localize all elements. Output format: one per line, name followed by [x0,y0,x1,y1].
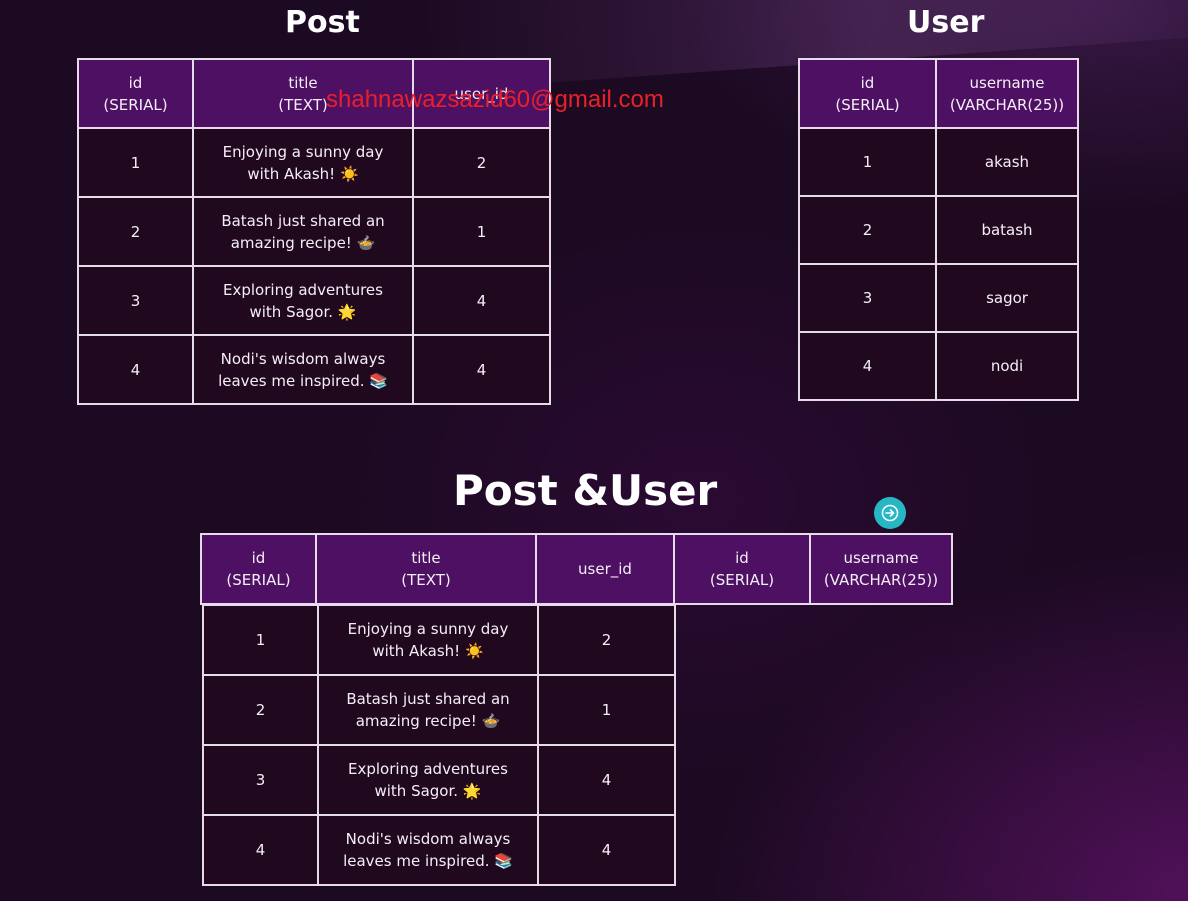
post-cell-title: Exploring adventures with Sagor. 🌟 [192,265,414,336]
join-cell-id: 4 [202,814,319,886]
join-cell-title: Enjoying a sunny day with Akash! ☀️ [317,604,539,676]
user-cell-id: 4 [798,331,937,401]
join-header-id: id (SERIAL) [200,533,317,605]
user-header-id: id (SERIAL) [798,58,937,129]
user-cell-username: akash [935,127,1079,197]
next-button[interactable] [874,497,906,529]
join-header-user-table-id: id (SERIAL) [673,533,811,605]
user-cell-id: 2 [798,195,937,265]
table-row: 3 sagor [798,263,1079,333]
user-cell-username: nodi [935,331,1079,401]
post-cell-title: Batash just shared an amazing recipe! 🍲 [192,196,414,267]
post-table-title: Post [285,5,360,40]
email-watermark: shahnawazsazid60@gmail.com [326,86,664,113]
post-cell-id: 3 [77,265,194,336]
join-header-user-id: user_id [535,533,675,605]
user-cell-id: 1 [798,127,937,197]
post-cell-user-id: 4 [412,265,551,336]
join-cell-id: 1 [202,604,319,676]
post-cell-id: 4 [77,334,194,405]
table-row: 1 akash [798,127,1079,197]
join-header-title: title (TEXT) [315,533,537,605]
table-row: 2 Batash just shared an amazing recipe! 🍲… [77,196,551,267]
table-row: 4 nodi [798,331,1079,401]
table-row: 3 Exploring adventures with Sagor. 🌟 4 [77,265,551,336]
post-cell-user-id: 4 [412,334,551,405]
user-header-row: id (SERIAL) username (VARCHAR(25)) [798,58,1079,129]
post-cell-id: 2 [77,196,194,267]
join-table-body: 1 Enjoying a sunny day with Akash! ☀️ 2 2… [202,604,676,886]
post-cell-title: Nodi's wisdom always leaves me inspired. … [192,334,414,405]
user-cell-username: batash [935,195,1079,265]
join-cell-user-id: 4 [537,814,676,886]
table-row: 1 Enjoying a sunny day with Akash! ☀️ 2 [202,604,676,676]
join-cell-user-id: 4 [537,744,676,816]
user-cell-id: 3 [798,263,937,333]
post-header-id: id (SERIAL) [77,58,194,129]
arrow-right-circle-icon [881,504,899,522]
table-row: 3 Exploring adventures with Sagor. 🌟 4 [202,744,676,816]
user-cell-username: sagor [935,263,1079,333]
table-row: 1 Enjoying a sunny day with Akash! ☀️ 2 [77,127,551,198]
post-cell-id: 1 [77,127,194,198]
join-cell-id: 3 [202,744,319,816]
table-row: 2 batash [798,195,1079,265]
post-cell-user-id: 2 [412,127,551,198]
post-cell-title: Enjoying a sunny day with Akash! ☀️ [192,127,414,198]
table-row: 4 Nodi's wisdom always leaves me inspired… [77,334,551,405]
join-cell-title: Nodi's wisdom always leaves me inspired. … [317,814,539,886]
join-header-row: id (SERIAL) title (TEXT) user_id id (SERIAL… [200,533,953,605]
join-cell-title: Exploring adventures with Sagor. 🌟 [317,744,539,816]
table-row: 4 Nodi's wisdom always leaves me inspired… [202,814,676,886]
join-cell-title: Batash just shared an amazing recipe! 🍲 [317,674,539,746]
join-cell-user-id: 1 [537,674,676,746]
user-table: id (SERIAL) username (VARCHAR(25)) 1 akash… [798,58,1079,401]
table-row: 2 Batash just shared an amazing recipe! 🍲… [202,674,676,746]
user-table-title: User [907,5,985,40]
post-cell-user-id: 1 [412,196,551,267]
join-header-username: username (VARCHAR(25)) [809,533,953,605]
join-cell-user-id: 2 [537,604,676,676]
join-cell-id: 2 [202,674,319,746]
user-header-username: username (VARCHAR(25)) [935,58,1079,129]
join-table-title: Post &User [453,466,718,515]
join-table-header: id (SERIAL) title (TEXT) user_id id (SERIAL… [200,533,953,605]
